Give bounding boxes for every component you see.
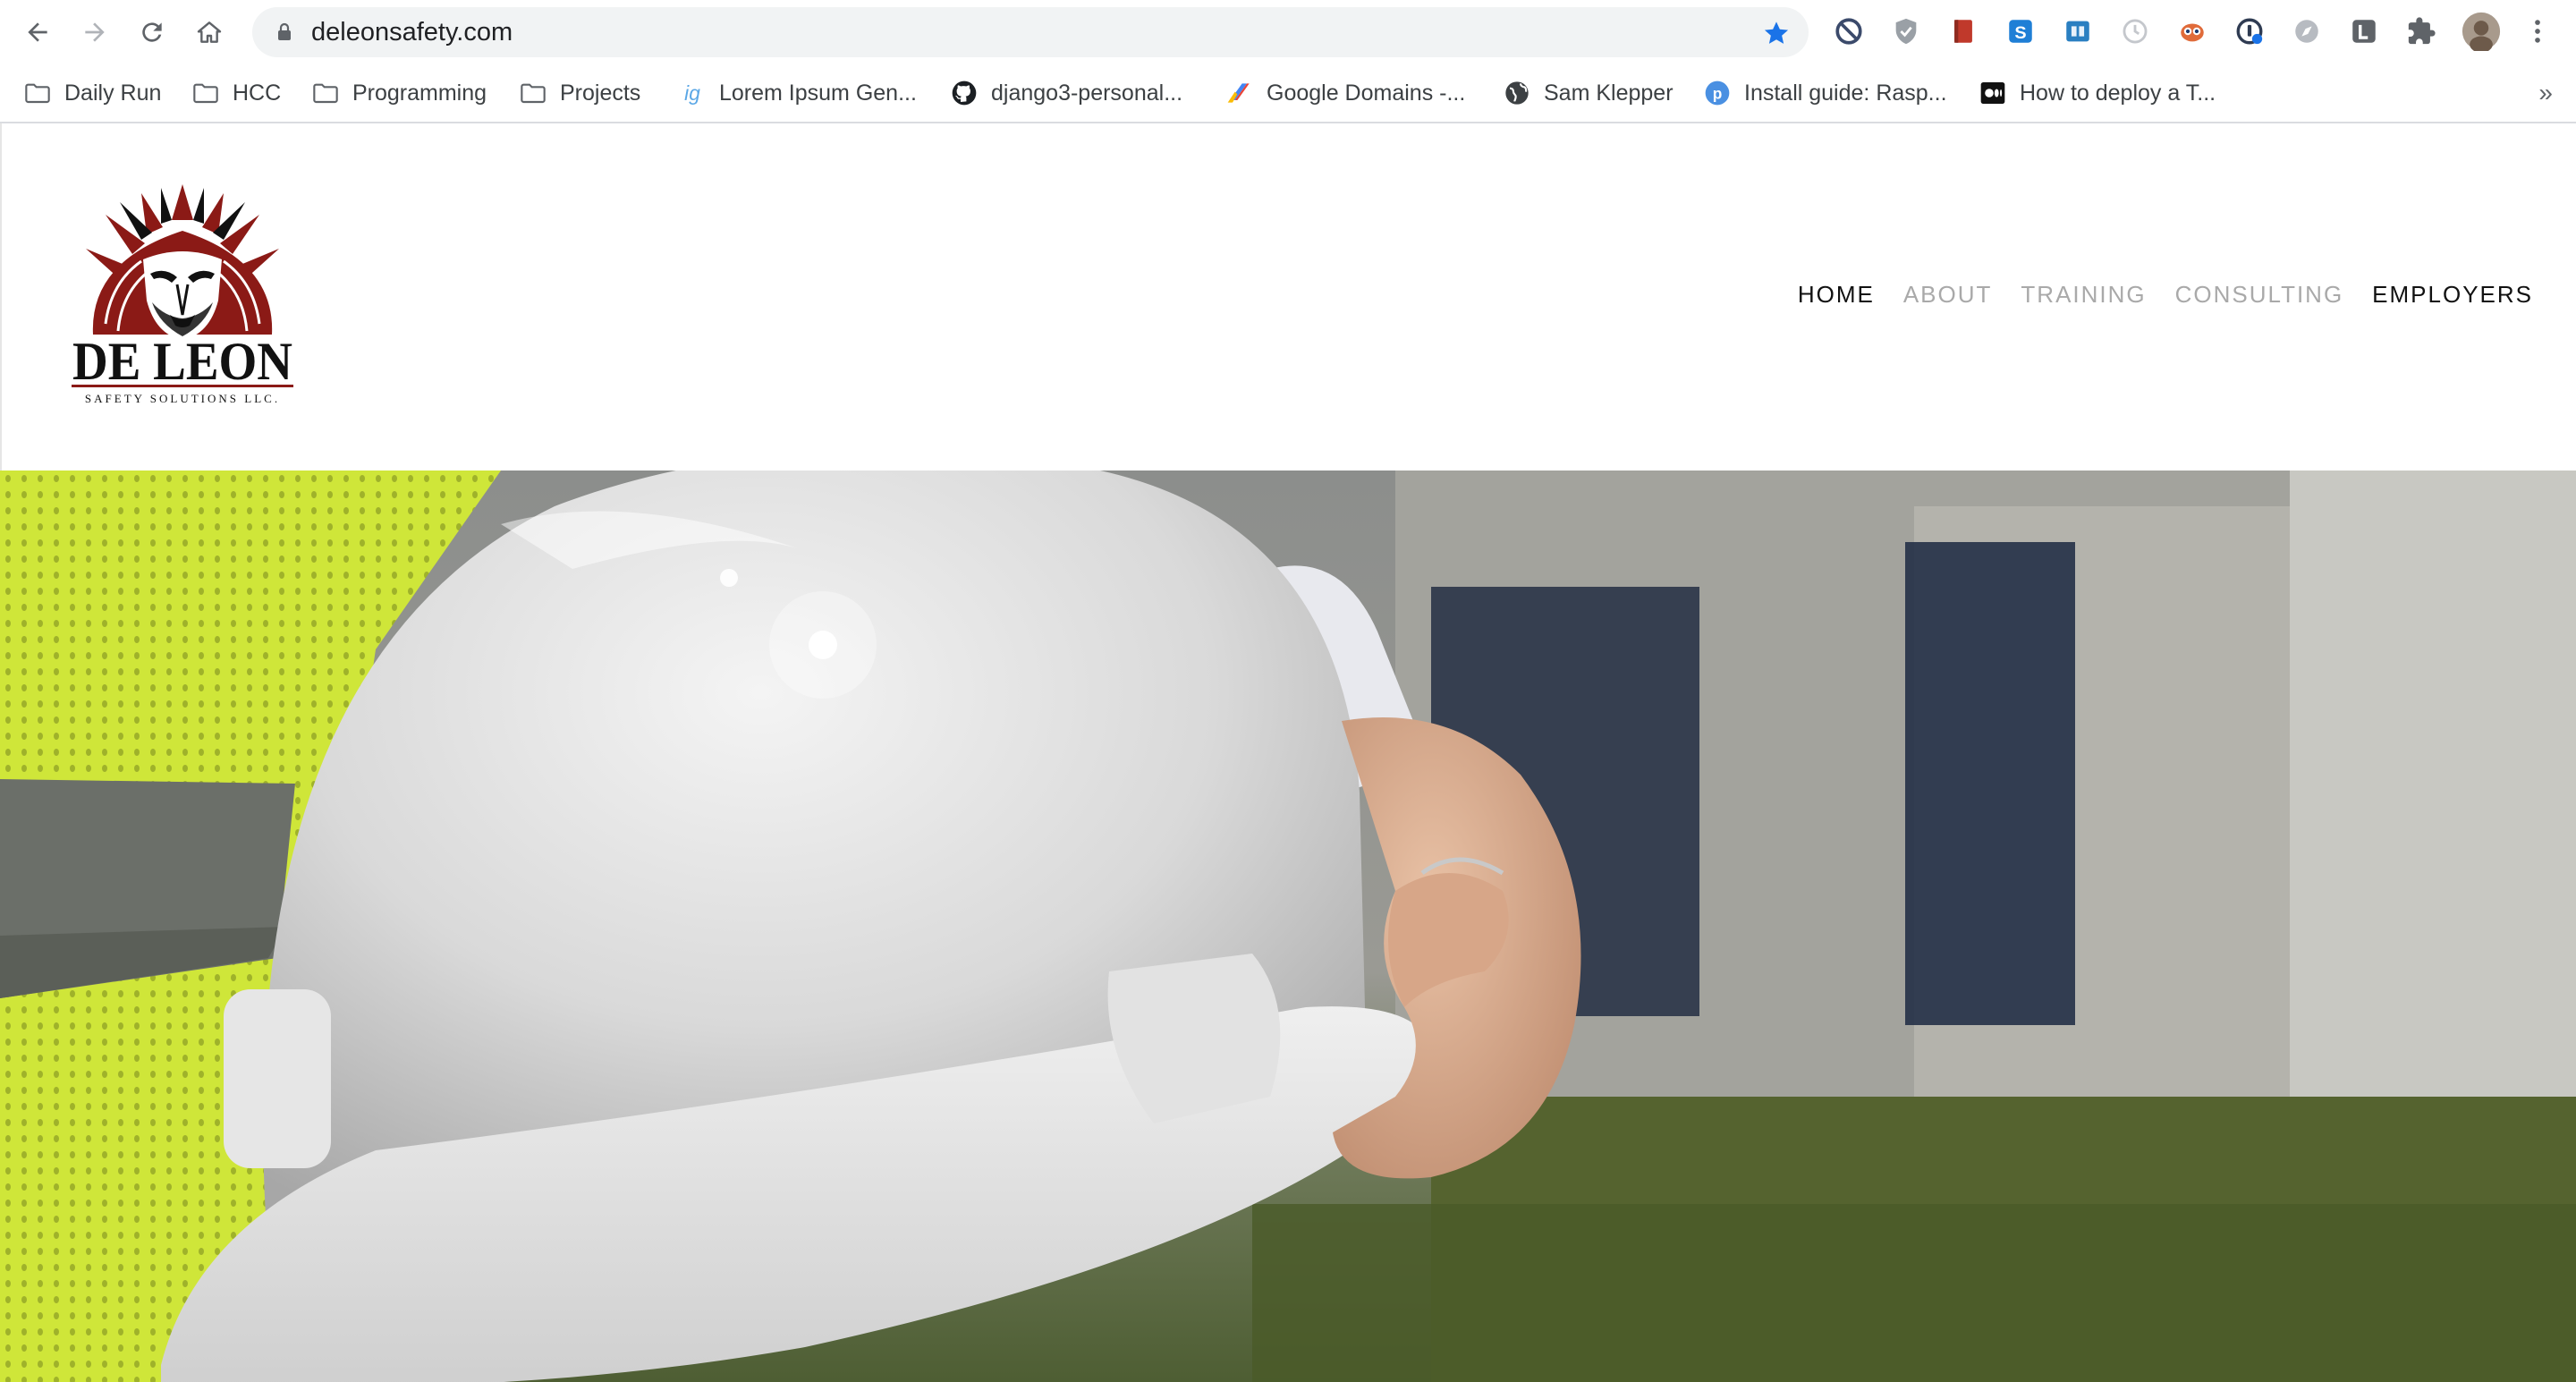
- forward-arrow-icon: [85, 22, 105, 42]
- home-button[interactable]: [190, 13, 229, 52]
- extensions-puzzle-icon[interactable]: [2406, 16, 2436, 47]
- nav-about[interactable]: ABOUT: [1903, 281, 1993, 309]
- home-icon: [197, 21, 222, 43]
- bookmark-star-icon[interactable]: [1762, 19, 1791, 47]
- nav-training[interactable]: TRAINING: [2021, 281, 2146, 309]
- logo-wordmark: DE LEON: [72, 332, 292, 391]
- bookmark-label: Sam Klepper: [1544, 80, 1674, 106]
- forward-button[interactable]: [75, 13, 114, 52]
- bookmark-label: Programming: [352, 80, 487, 106]
- s-extension-icon[interactable]: S: [2005, 16, 2036, 47]
- back-arrow-icon: [28, 22, 47, 42]
- bookmark-lorem-ipsum[interactable]: ig Lorem Ipsum Gen...: [678, 73, 917, 113]
- svg-text:ig: ig: [684, 81, 700, 105]
- back-button[interactable]: [18, 13, 57, 52]
- bookmark-how-to-deploy[interactable]: How to deploy a T...: [1979, 73, 2216, 113]
- nav-employers[interactable]: EMPLOYERS: [2372, 281, 2533, 309]
- owl-extension-icon[interactable]: [2177, 16, 2207, 47]
- bookmark-label: HCC: [233, 80, 282, 106]
- reader-extension-icon[interactable]: [2063, 16, 2093, 47]
- folder-icon: [521, 83, 546, 104]
- nav-home[interactable]: HOME: [1798, 281, 1875, 309]
- more-bookmarks-button[interactable]: »: [2538, 79, 2553, 107]
- bookmark-label: How to deploy a T...: [2020, 80, 2216, 106]
- browser-toolbar: deleonsafety.com S: [0, 0, 2576, 64]
- google-domains-icon: [1227, 83, 1250, 103]
- de-leon-logo[interactable]: DE LEON SAFETY SOLUTIONS LLC.: [66, 184, 299, 408]
- bookmark-label: Daily Run: [64, 80, 162, 106]
- bookmark-label: django3-personal...: [991, 80, 1183, 106]
- nav-consulting[interactable]: CONSULTING: [2175, 281, 2344, 309]
- p-icon: p: [1705, 81, 1730, 106]
- bookmark-label: Lorem Ipsum Gen...: [719, 80, 917, 106]
- bookmark-install-guide[interactable]: p Install guide: Rasp...: [1703, 73, 1947, 113]
- ig-icon: ig: [684, 81, 700, 105]
- logo-tagline: SAFETY SOLUTIONS LLC.: [85, 392, 280, 405]
- bookmark-programming[interactable]: Programming: [311, 73, 487, 113]
- bookmark-label: Projects: [560, 80, 641, 106]
- bookmark-projects[interactable]: Projects: [519, 73, 640, 113]
- kebab-menu-icon[interactable]: [2522, 16, 2553, 47]
- folder-icon: [193, 83, 218, 104]
- site-header: DE LEON SAFETY SOLUTIONS LLC. HOME ABOUT…: [0, 123, 2576, 471]
- lock-icon: [278, 22, 291, 40]
- bookmark-google-domains[interactable]: Google Domains -...: [1225, 73, 1465, 113]
- bookmark-sam-klepper[interactable]: Sam Klepper: [1503, 73, 1674, 113]
- address-bar[interactable]: deleonsafety.com: [252, 7, 1809, 57]
- reload-icon: [142, 22, 162, 42]
- reload-button[interactable]: [132, 13, 172, 52]
- bookmark-hcc[interactable]: HCC: [191, 73, 281, 113]
- svg-text:S: S: [2014, 23, 2026, 43]
- bookmark-label: Google Domains -...: [1267, 80, 1466, 106]
- block-extension-icon[interactable]: [1834, 16, 1864, 47]
- compass-extension-icon[interactable]: [2292, 16, 2322, 47]
- bookmark-label: Install guide: Rasp...: [1744, 80, 1947, 106]
- l-extension-icon[interactable]: [2349, 16, 2379, 47]
- folder-icon: [313, 83, 338, 104]
- hero-image: [0, 471, 2576, 1382]
- github-icon: [952, 81, 977, 106]
- bookmarks-bar: Daily Run HCC Programming Projects ig Lo…: [0, 64, 2576, 123]
- shield-extension-icon[interactable]: [1891, 16, 1921, 47]
- main-navigation: HOME ABOUT TRAINING CONSULTING EMPLOYERS: [1798, 281, 2533, 309]
- url-text: deleonsafety.com: [311, 18, 513, 47]
- svg-text:p: p: [1713, 85, 1723, 103]
- bookmark-daily-run[interactable]: Daily Run: [23, 73, 161, 113]
- medium-icon: [1980, 82, 2005, 104]
- red-book-extension-icon[interactable]: [1948, 16, 1979, 47]
- password-extension-icon[interactable]: [2234, 16, 2265, 47]
- hard-hat-photo: [0, 471, 2576, 1382]
- folder-icon: [25, 83, 50, 104]
- bookmark-django3-personal[interactable]: django3-personal...: [950, 73, 1182, 113]
- profile-avatar[interactable]: [2462, 12, 2501, 51]
- timer-extension-icon[interactable]: [2120, 16, 2150, 47]
- globe-icon: [1505, 81, 1529, 105]
